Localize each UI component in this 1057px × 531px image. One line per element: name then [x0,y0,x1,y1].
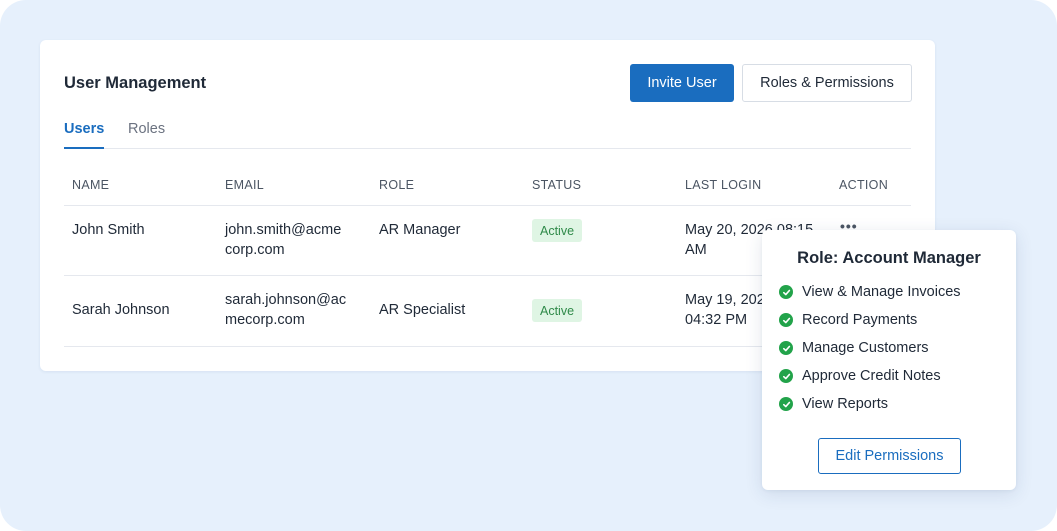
check-circle-icon [779,313,793,327]
user-email-line: john.smith@acme [225,222,342,238]
tab-bar: Users Roles [64,118,911,149]
status-badge: Active [532,219,583,242]
column-header-action: ACTION [839,178,889,192]
permission-item: Manage Customers [779,338,929,358]
column-header-last-login[interactable]: LAST LOGIN [685,178,761,192]
user-name: Sarah Johnson [72,302,170,318]
user-role: AR Manager [379,222,461,238]
table-header-divider [64,205,911,206]
last-login: May 19, 2026 04:32 PM [685,290,773,330]
role-permissions-popover: Role: Account Manager View & Manage Invo… [762,230,1016,490]
user-email-line: corp.com [225,242,285,258]
permission-label: Record Payments [802,312,918,328]
tab-roles[interactable]: Roles [128,121,165,149]
user-email: sarah.johnson@ac mecorp.com [225,290,346,330]
permission-item: Record Payments [779,310,917,330]
permission-item: View Reports [779,394,888,414]
user-email-line: mecorp.com [225,312,305,328]
column-header-name[interactable]: NAME [72,178,109,192]
check-circle-icon [779,285,793,299]
last-login-line: 04:32 PM [685,312,748,328]
user-email: john.smith@acme corp.com [225,220,341,260]
page-background: User Management Invite User Roles & Perm… [0,0,1057,531]
invite-user-button[interactable]: Invite User [630,64,734,102]
permission-item: Approve Credit Notes [779,366,941,386]
permission-label: Approve Credit Notes [802,368,941,384]
permission-item: View & Manage Invoices [779,282,961,302]
roles-permissions-button[interactable]: Roles & Permissions [742,64,912,102]
page-title: User Management [64,74,207,92]
user-email-line: sarah.johnson@ac [225,292,347,308]
status-badge: Active [532,299,583,322]
column-header-email[interactable]: EMAIL [225,178,264,192]
permission-label: View Reports [802,396,888,412]
check-circle-icon [779,341,793,355]
last-login-line: May 19, 2026 [685,292,773,308]
user-role: AR Specialist [379,302,466,318]
column-header-status[interactable]: STATUS [532,178,581,192]
check-circle-icon [779,397,793,411]
column-header-role[interactable]: ROLE [379,178,414,192]
tab-users[interactable]: Users [64,121,104,149]
permission-label: Manage Customers [802,340,929,356]
popover-title: Role: Account Manager [797,249,981,267]
user-name: John Smith [72,222,145,238]
permission-label: View & Manage Invoices [802,284,961,300]
check-circle-icon [779,369,793,383]
edit-permissions-button[interactable]: Edit Permissions [818,438,961,474]
